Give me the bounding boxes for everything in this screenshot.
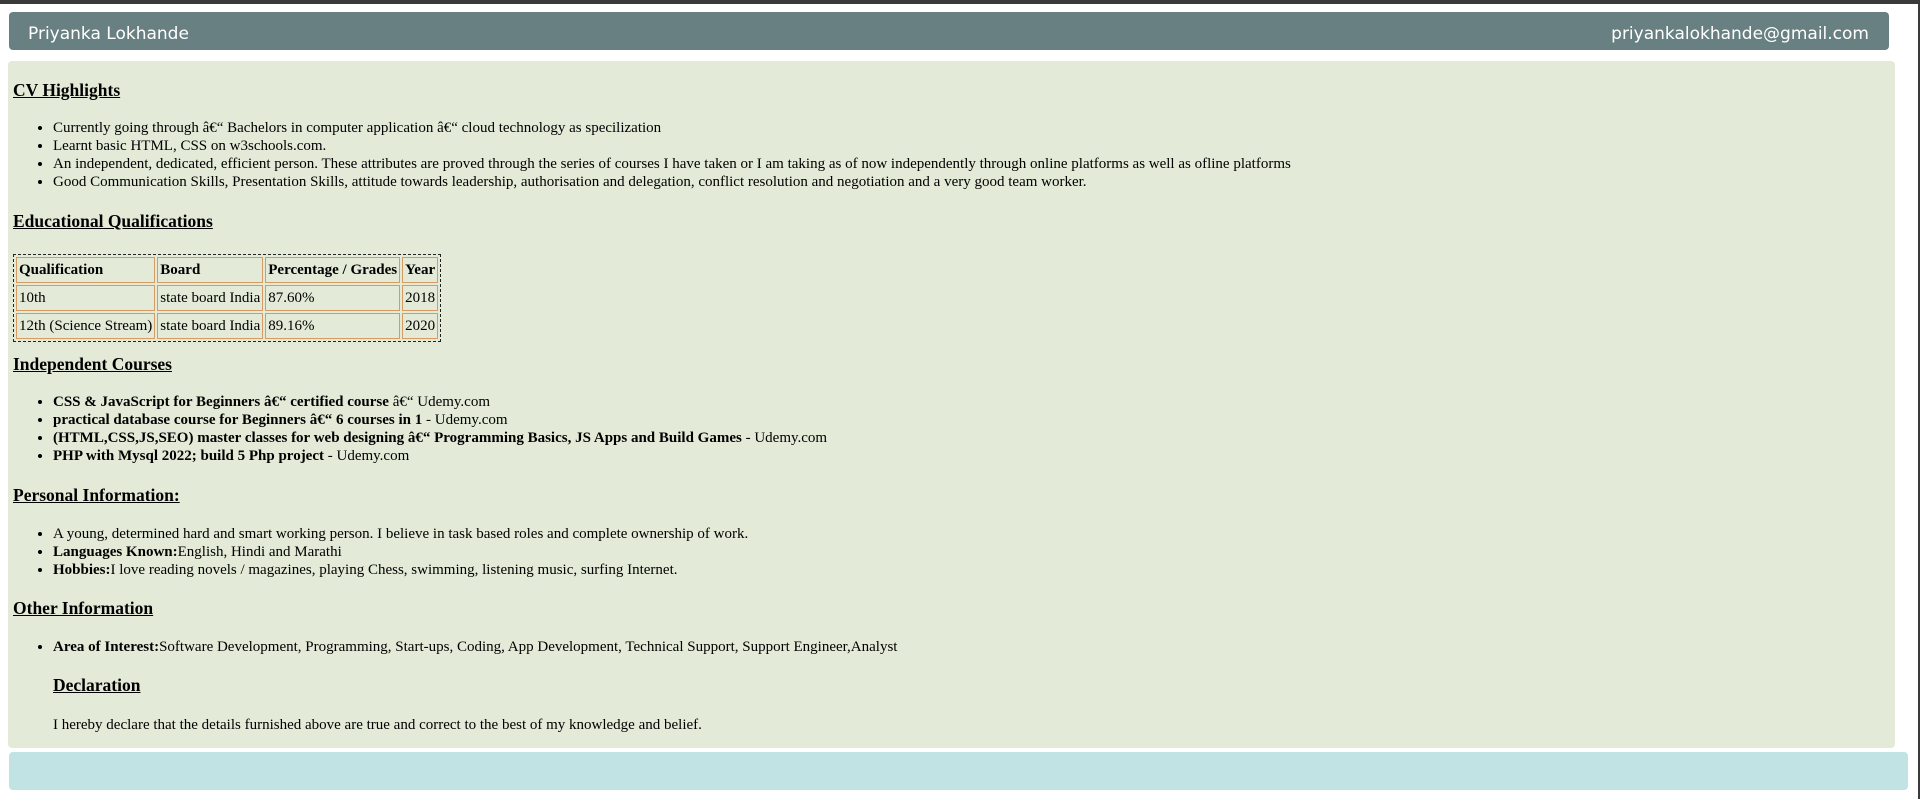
languages-value: English, Hindi and Marathi: [177, 544, 342, 560]
list-item: Good Communication Skills, Presentation …: [53, 173, 1291, 191]
course-title: PHP with Mysql 2022; build 5 Php project: [53, 448, 324, 464]
interest-value: Software Development, Programming, Start…: [159, 639, 898, 655]
table-row: 10th state board India 87.60% 2018: [16, 285, 439, 311]
table-cell: 2020: [402, 313, 439, 339]
cv-highlights-list: Currently going through â€“ Bachelors in…: [8, 119, 1291, 191]
list-item: Hobbies:I love reading novels / magazine…: [53, 561, 748, 579]
personal-info-heading: Personal Information:: [13, 485, 180, 505]
list-item: (HTML,CSS,JS,SEO) master classes for web…: [53, 429, 827, 447]
table-cell: 87.60%: [265, 285, 401, 311]
other-info-list: Area of Interest:Software Development, P…: [8, 638, 897, 656]
education-table: Qualification Board Percentage / Grades …: [13, 254, 442, 342]
header-email: priyankalokhande@gmail.com: [1611, 24, 1869, 44]
list-item: PHP with Mysql 2022; build 5 Php project…: [53, 447, 827, 465]
table-cell: state board India: [157, 285, 264, 311]
table-cell: 2018: [402, 285, 439, 311]
languages-label: Languages Known:: [53, 544, 178, 560]
declaration-text: I hereby declare that the details furnis…: [53, 717, 702, 733]
other-info-heading: Other Information: [13, 598, 154, 618]
column-header: Board: [157, 257, 264, 283]
cv-content: CV Highlights Currently going through â€…: [8, 61, 1895, 748]
hobbies-label: Hobbies:: [53, 562, 111, 578]
table-cell: 89.16%: [265, 313, 401, 339]
list-item: Languages Known:English, Hindi and Marat…: [53, 543, 748, 561]
table-cell: state board India: [157, 313, 264, 339]
list-item: practical database course for Beginners …: [53, 411, 827, 429]
header-bar: Priyanka Lokhande priyankalokhande@gmail…: [9, 12, 1889, 50]
table-cell: 10th: [16, 285, 156, 311]
footer-bar: [9, 752, 1908, 790]
window-top-border: [0, 0, 1920, 4]
course-title: (HTML,CSS,JS,SEO) master classes for web…: [53, 430, 742, 446]
column-header: Qualification: [16, 257, 156, 283]
list-item: CSS & JavaScript for Beginners â€“ certi…: [53, 393, 827, 411]
course-title: practical database course for Beginners …: [53, 412, 423, 428]
course-provider: - Udemy.com: [741, 430, 828, 446]
column-header: Percentage / Grades: [265, 257, 401, 283]
list-item: An independent, dedicated, efficient per…: [53, 155, 1291, 173]
course-provider: â€“ Udemy.com: [388, 394, 491, 410]
courses-list: CSS & JavaScript for Beginners â€“ certi…: [8, 393, 827, 465]
course-provider: - Udemy.com: [422, 412, 508, 428]
column-header: Year: [402, 257, 439, 283]
list-item: Currently going through â€“ Bachelors in…: [53, 119, 1291, 137]
courses-heading: Independent Courses: [13, 354, 172, 374]
declaration-heading: Declaration: [53, 675, 141, 695]
header-name: Priyanka Lokhande: [28, 24, 189, 44]
list-item: A young, determined hard and smart worki…: [53, 525, 748, 543]
table-row: 12th (Science Stream) state board India …: [16, 313, 439, 339]
cv-highlights-heading: CV Highlights: [13, 80, 121, 100]
table-header-row: Qualification Board Percentage / Grades …: [16, 257, 439, 283]
interest-label: Area of Interest:: [53, 639, 160, 655]
hobbies-value: I love reading novels / magazines, playi…: [110, 562, 678, 578]
course-title: CSS & JavaScript for Beginners â€“ certi…: [53, 394, 389, 410]
education-heading: Educational Qualifications: [13, 211, 213, 231]
list-item: Learnt basic HTML, CSS on w3schools.com.: [53, 137, 1291, 155]
course-provider: - Udemy.com: [324, 448, 410, 464]
personal-info-list: A young, determined hard and smart worki…: [8, 525, 748, 579]
list-item: Area of Interest:Software Development, P…: [53, 638, 897, 656]
table-cell: 12th (Science Stream): [16, 313, 156, 339]
